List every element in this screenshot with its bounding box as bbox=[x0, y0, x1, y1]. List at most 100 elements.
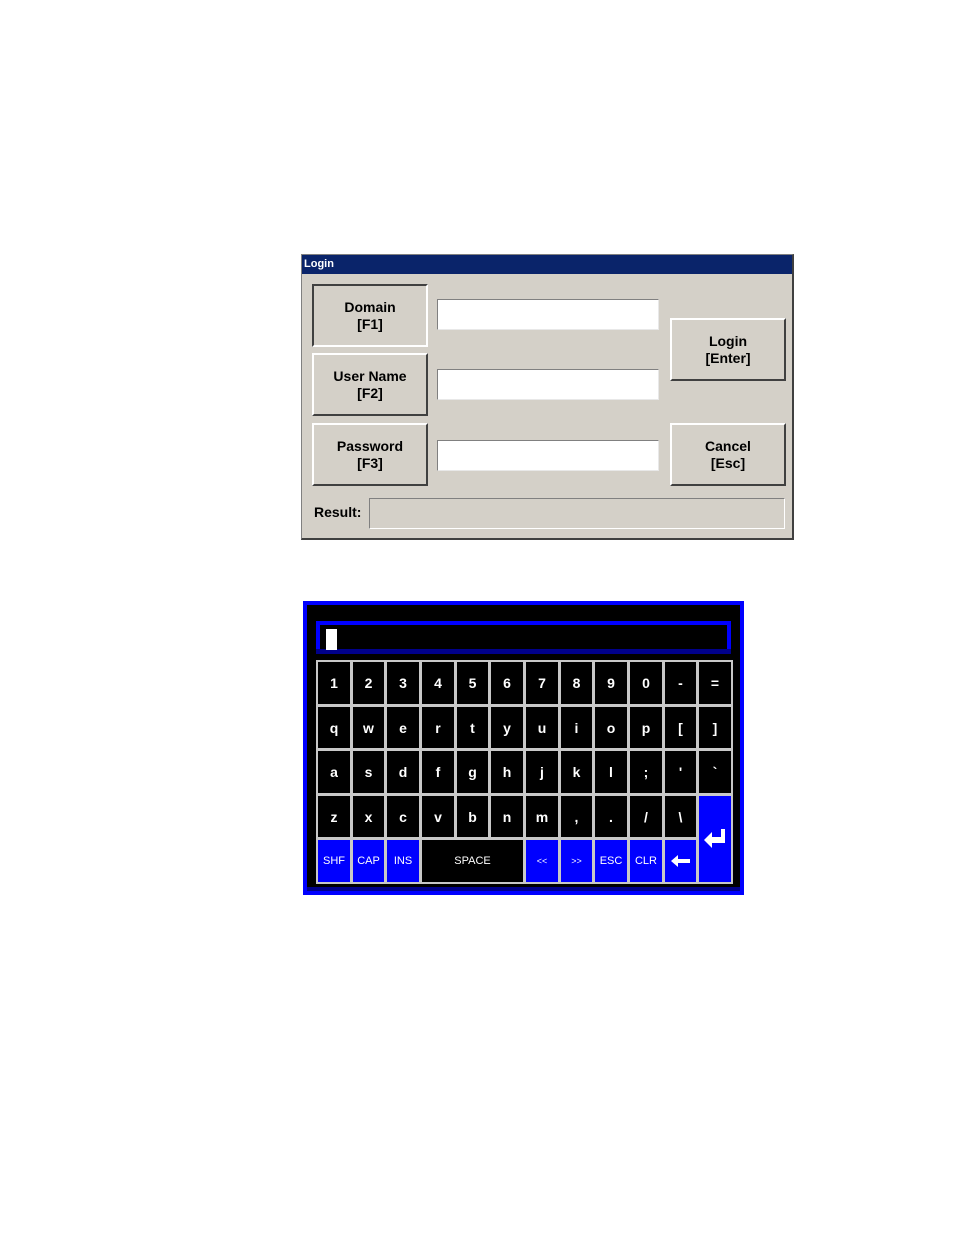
cancel-button[interactable]: Cancel [Esc] bbox=[670, 423, 786, 486]
password-button-shortcut: [F3] bbox=[357, 454, 383, 471]
key[interactable]: d bbox=[385, 749, 421, 795]
key[interactable]: 3 bbox=[385, 660, 421, 706]
key-label: CLR bbox=[634, 855, 657, 867]
key[interactable]: r bbox=[420, 705, 456, 750]
key[interactable]: 2 bbox=[351, 660, 386, 706]
key[interactable]: g bbox=[455, 749, 490, 795]
key[interactable]: l bbox=[593, 749, 629, 795]
key[interactable]: [ bbox=[663, 705, 698, 750]
key-label: 8 bbox=[572, 675, 581, 691]
backspace-key[interactable] bbox=[663, 838, 698, 884]
key[interactable]: c bbox=[385, 794, 421, 839]
key-label: i bbox=[574, 719, 579, 736]
key[interactable]: - bbox=[663, 660, 698, 706]
enter-key[interactable] bbox=[697, 794, 733, 884]
key[interactable]: . bbox=[593, 794, 629, 839]
cursor-left-key[interactable]: << bbox=[524, 838, 560, 884]
password-input[interactable] bbox=[437, 440, 659, 471]
key[interactable]: x bbox=[351, 794, 386, 839]
key[interactable]: w bbox=[351, 705, 386, 750]
clear-key[interactable]: CLR bbox=[628, 838, 664, 884]
key[interactable]: , bbox=[559, 794, 594, 839]
key[interactable]: v bbox=[420, 794, 456, 839]
key[interactable]: 9 bbox=[593, 660, 629, 706]
key[interactable]: a bbox=[316, 749, 352, 795]
key[interactable]: z bbox=[316, 794, 352, 839]
key-label: INS bbox=[393, 855, 413, 867]
key-label: v bbox=[434, 808, 442, 825]
key[interactable]: ] bbox=[697, 705, 733, 750]
key-label: . bbox=[609, 808, 613, 825]
key-label: h bbox=[502, 764, 512, 780]
key[interactable]: p bbox=[628, 705, 664, 750]
shift-key[interactable]: SHF bbox=[316, 838, 352, 884]
login-button[interactable]: Login [Enter] bbox=[670, 318, 786, 381]
keyboard-input-display[interactable] bbox=[316, 621, 731, 654]
key[interactable]: 0 bbox=[628, 660, 664, 706]
key[interactable]: m bbox=[524, 794, 560, 839]
key[interactable]: 8 bbox=[559, 660, 594, 706]
space-key[interactable]: SPACE bbox=[420, 838, 525, 884]
escape-key[interactable]: ESC bbox=[593, 838, 629, 884]
username-button[interactable]: User Name [F2] bbox=[312, 353, 428, 416]
key[interactable]: k bbox=[559, 749, 594, 795]
enter-return-icon bbox=[704, 829, 725, 848]
key[interactable]: \ bbox=[663, 794, 698, 839]
key-label: << bbox=[536, 856, 548, 866]
key-label: 5 bbox=[468, 675, 477, 691]
key[interactable]: ; bbox=[628, 749, 664, 795]
key[interactable]: / bbox=[628, 794, 664, 839]
domain-button-label: Domain bbox=[344, 298, 396, 315]
result-field bbox=[369, 498, 785, 529]
key[interactable]: f bbox=[420, 749, 456, 795]
key-label: - bbox=[678, 675, 683, 691]
cursor-right-key[interactable]: >> bbox=[559, 838, 594, 884]
key-label: 4 bbox=[434, 675, 442, 691]
key-label: l bbox=[609, 764, 613, 780]
key[interactable]: ' bbox=[663, 749, 698, 795]
key-label: 3 bbox=[399, 675, 407, 691]
key-label: / bbox=[644, 808, 648, 825]
key[interactable]: e bbox=[385, 705, 421, 750]
key-label: n bbox=[502, 808, 512, 825]
key[interactable]: 5 bbox=[455, 660, 490, 706]
username-input[interactable] bbox=[437, 369, 659, 400]
key-label: 6 bbox=[503, 675, 511, 691]
password-button[interactable]: Password [F3] bbox=[312, 423, 428, 486]
key[interactable]: s bbox=[351, 749, 386, 795]
key-label: ` bbox=[712, 764, 718, 780]
key[interactable]: y bbox=[489, 705, 525, 750]
key-label: 9 bbox=[607, 675, 615, 691]
key[interactable]: j bbox=[524, 749, 560, 795]
key[interactable]: h bbox=[489, 749, 525, 795]
key[interactable]: ` bbox=[697, 749, 733, 795]
domain-button-shortcut: [F1] bbox=[357, 315, 383, 332]
key[interactable]: i bbox=[559, 705, 594, 750]
domain-input[interactable] bbox=[437, 299, 659, 330]
key[interactable]: n bbox=[489, 794, 525, 839]
key-label: 0 bbox=[642, 675, 650, 691]
key-label: >> bbox=[571, 856, 582, 866]
key[interactable]: b bbox=[455, 794, 490, 839]
key-label: o bbox=[606, 719, 616, 736]
key[interactable]: = bbox=[697, 660, 733, 706]
username-button-label: User Name bbox=[333, 367, 407, 384]
key-label: w bbox=[363, 719, 374, 736]
key[interactable]: 7 bbox=[524, 660, 560, 706]
key-label: r bbox=[435, 719, 441, 736]
key-label: 1 bbox=[330, 675, 338, 691]
key-label: m bbox=[535, 808, 549, 825]
key[interactable]: 6 bbox=[489, 660, 525, 706]
insert-key[interactable]: INS bbox=[385, 838, 421, 884]
domain-button[interactable]: Domain [F1] bbox=[312, 284, 428, 347]
key-label: x bbox=[364, 808, 373, 825]
key[interactable]: 4 bbox=[420, 660, 456, 706]
key[interactable]: q bbox=[316, 705, 352, 750]
key-label: g bbox=[468, 764, 477, 780]
text-cursor bbox=[326, 629, 337, 650]
key[interactable]: 1 bbox=[316, 660, 352, 706]
caps-lock-key[interactable]: CAP bbox=[351, 838, 386, 884]
key[interactable]: u bbox=[524, 705, 560, 750]
key[interactable]: t bbox=[455, 705, 490, 750]
key[interactable]: o bbox=[593, 705, 629, 750]
